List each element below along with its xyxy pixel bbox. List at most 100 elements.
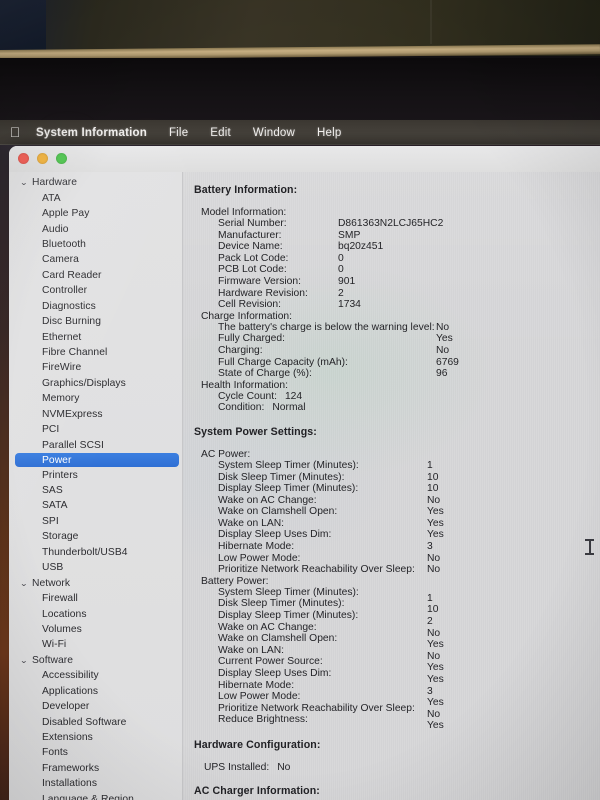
sidebar-group-software[interactable]: ⌄ Software [9, 653, 182, 668]
sidebar-item-parallel-scsi[interactable]: Parallel SCSI [9, 437, 182, 452]
section-title-ac-charger-information: AC Charger Information: [194, 784, 320, 797]
sidebar-item-graphics-displays[interactable]: Graphics/Displays [9, 376, 182, 391]
sidebar-item-wi-fi[interactable]: Wi-Fi [9, 637, 182, 652]
sidebar-item-printers[interactable]: Printers [9, 467, 182, 482]
screen-bezel [0, 58, 600, 178]
info-label: PCB Lot Code: [218, 264, 287, 276]
sidebar-item-sas[interactable]: SAS [9, 483, 182, 498]
sidebar-item-camera[interactable]: Camera [9, 252, 182, 267]
info-label: The battery's charge is below the warnin… [218, 321, 435, 333]
menu-item-app-name[interactable]: System Information [30, 127, 158, 139]
sidebar-item-nvmexpress[interactable]: NVMExpress [9, 407, 182, 422]
sidebar-item-extensions[interactable]: Extensions [9, 730, 182, 745]
power-setting-label: Low Power Mode: [218, 553, 600, 565]
menu-bar[interactable]:  System Information File Edit Window He… [0, 120, 600, 145]
subsection-title-ac-power: AC Power: [201, 448, 251, 460]
power-setting-value-text: Yes [427, 662, 444, 674]
sidebar-item-label: Power [42, 454, 72, 466]
sidebar-item-fonts[interactable]: Fonts [9, 745, 182, 760]
info-row: Hardware Revision: 2 [218, 288, 600, 300]
power-setting-value-text: Yes [427, 517, 444, 529]
chevron-down-icon[interactable]: ⌄ [20, 178, 34, 187]
sidebar-item-label: Apple Pay [42, 208, 90, 220]
sidebar-group-network[interactable]: ⌄ Network [9, 575, 182, 590]
power-setting-value-text: No [427, 627, 441, 639]
subsection-title-model-information: Model Information: [201, 207, 287, 218]
menu-item-help[interactable]: Help [306, 127, 352, 139]
power-setting-value: Yes [427, 518, 444, 530]
sidebar-item-usb[interactable]: USB [9, 560, 182, 575]
sidebar[interactable]: ⌄ Hardware ATA Apple Pay Audio Bluetooth Camer… [9, 172, 183, 800]
sidebar-item-spi[interactable]: SPI [9, 514, 182, 529]
menu-item-edit[interactable]: Edit [199, 127, 242, 139]
sidebar-item-applications[interactable]: Applications [9, 684, 182, 699]
sidebar-item-label: NVMExpress [42, 408, 103, 420]
sidebar-item-ethernet[interactable]: Ethernet [9, 329, 182, 344]
close-button[interactable] [18, 153, 29, 164]
sidebar-item-diagnostics[interactable]: Diagnostics [9, 299, 182, 314]
window-titlebar[interactable] [9, 146, 600, 172]
sidebar-item-memory[interactable]: Memory [9, 391, 182, 406]
sidebar-item-ata[interactable]: ATA [9, 190, 182, 205]
sidebar-item-locations[interactable]: Locations [9, 606, 182, 621]
power-setting-value: 2 [427, 616, 444, 628]
sidebar-item-disc-burning[interactable]: Disc Burning [9, 314, 182, 329]
power-setting-label-text: Low Power Mode: [218, 552, 301, 564]
sidebar-item-label: Memory [42, 393, 80, 405]
sidebar-item-installations[interactable]: Installations [9, 776, 182, 791]
sidebar-item-label: Frameworks [42, 762, 100, 774]
sidebar-item-audio[interactable]: Audio [9, 221, 182, 236]
power-setting-label: Wake on LAN: [218, 518, 600, 530]
sidebar-item-card-reader[interactable]: Card Reader [9, 268, 182, 283]
power-setting-label: System Sleep Timer (Minutes): [218, 587, 600, 599]
sidebar-item-controller[interactable]: Controller [9, 283, 182, 298]
sidebar-item-label: Extensions [42, 732, 93, 744]
info-label: Cycle Count: [218, 390, 277, 402]
sidebar-item-language-region[interactable]: Language & Region [9, 792, 182, 800]
sidebar-item-label: Disc Burning [42, 316, 101, 328]
power-setting-label-text: Wake on Clamshell Open: [218, 633, 338, 645]
sidebar-item-bluetooth[interactable]: Bluetooth [9, 237, 182, 252]
power-setting-label: Wake on Clamshell Open: [218, 506, 600, 518]
sidebar-item-sata[interactable]: SATA [9, 498, 182, 513]
sidebar-item-label: Graphics/Displays [42, 377, 126, 389]
chevron-down-icon[interactable]: ⌄ [20, 656, 34, 665]
sidebar-item-storage[interactable]: Storage [9, 529, 182, 544]
menu-item-file[interactable]: File [158, 127, 199, 139]
apple-logo-icon[interactable]:  [0, 125, 30, 141]
sidebar-item-frameworks[interactable]: Frameworks [9, 761, 182, 776]
sidebar-item-label: PCI [42, 424, 60, 436]
window-controls[interactable] [18, 153, 67, 164]
info-value: Normal [272, 402, 306, 414]
sidebar-item-firewire[interactable]: FireWire [9, 360, 182, 375]
sidebar-item-pci[interactable]: PCI [9, 422, 182, 437]
sidebar-item-apple-pay[interactable]: Apple Pay [9, 206, 182, 221]
sidebar-item-label: SATA [42, 500, 68, 512]
sidebar-item-disabled-software[interactable]: Disabled Software [9, 714, 182, 729]
sidebar-item-fibre-channel[interactable]: Fibre Channel [9, 345, 182, 360]
info-label: Fully Charged: [218, 333, 285, 345]
sidebar-item-label: Parallel SCSI [42, 439, 104, 451]
content-pane: Battery Information: Model Information: … [183, 172, 600, 800]
sidebar-item-thunderbolt-usb4[interactable]: Thunderbolt/USB4 [9, 545, 182, 560]
info-row: Full Charge Capacity (mAh): 6769 [218, 357, 600, 369]
power-setting-value: No [427, 553, 444, 565]
power-setting-value: Yes [427, 639, 444, 651]
info-row: State of Charge (%): 96 [218, 368, 600, 380]
power-setting-value: Yes [427, 506, 444, 518]
hardware-configuration-rows: UPS Installed: No [204, 762, 600, 774]
power-setting-label: Current Power Source: [218, 656, 600, 668]
zoom-button[interactable] [56, 153, 67, 164]
sidebar-item-power[interactable]: Power [15, 452, 179, 468]
sidebar-item-accessibility[interactable]: Accessibility [9, 668, 182, 683]
sidebar-item-volumes[interactable]: Volumes [9, 622, 182, 637]
sidebar-group-hardware[interactable]: ⌄ Hardware [9, 175, 182, 190]
chevron-down-icon[interactable]: ⌄ [20, 579, 34, 588]
sidebar-item-firewall[interactable]: Firewall [9, 591, 182, 606]
minimize-button[interactable] [37, 153, 48, 164]
info-row: Device Name: bq20z451 [218, 241, 600, 253]
power-setting-value-text: No [427, 708, 441, 720]
menu-item-window[interactable]: Window [242, 127, 306, 139]
info-row: The battery's charge is below the warnin… [218, 322, 600, 334]
sidebar-item-developer[interactable]: Developer [9, 699, 182, 714]
